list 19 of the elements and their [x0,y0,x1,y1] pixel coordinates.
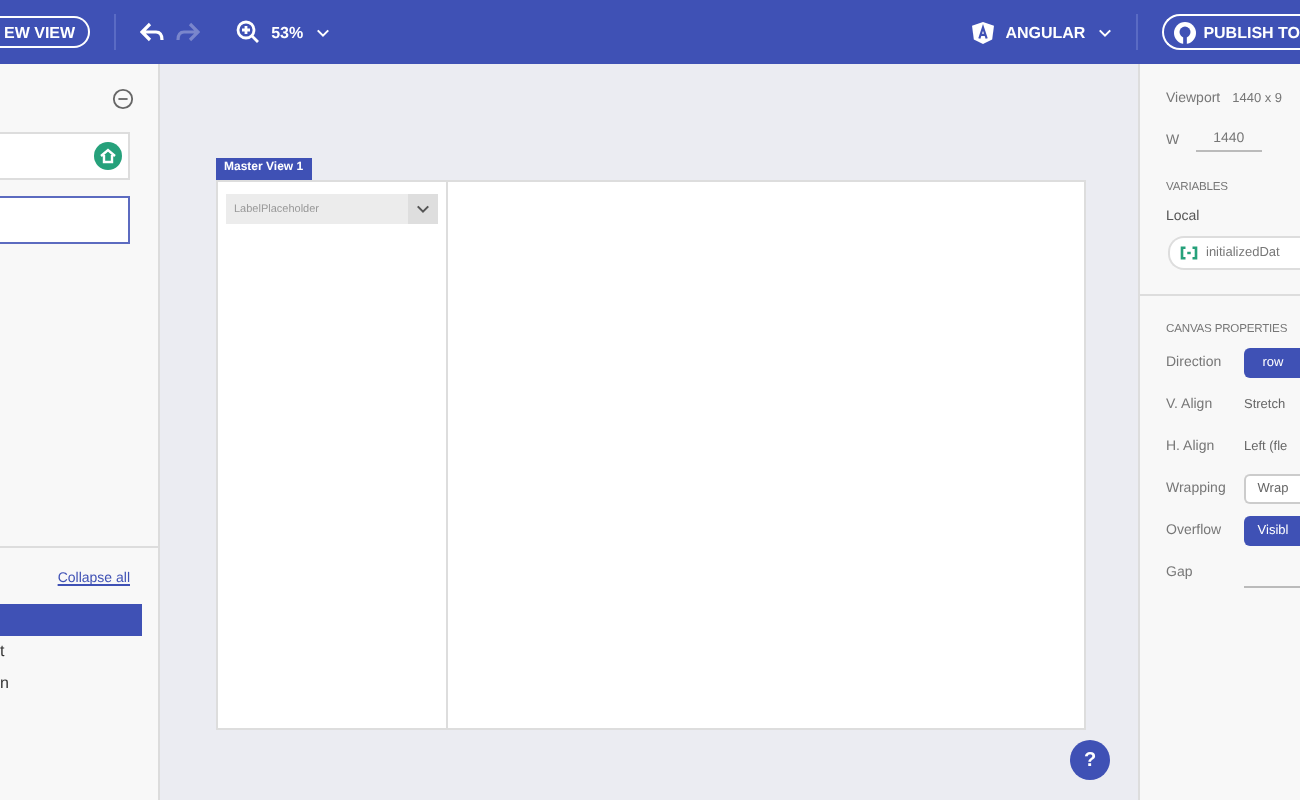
caret-icon [408,194,438,224]
caret-icon[interactable] [315,27,330,37]
search-field[interactable] [0,132,130,180]
help-button[interactable]: ? [1070,740,1110,780]
publish-button[interactable]: PUBLISH TO [1161,14,1300,50]
zoom-level[interactable]: 53% [271,23,304,41]
caret-icon[interactable] [1097,27,1112,37]
brackets-icon [1180,246,1198,260]
new-view-button[interactable]: EW VIEW [0,16,90,48]
undo-icon[interactable] [139,20,164,44]
zoom-icon[interactable] [235,20,260,44]
github-icon [1173,21,1196,43]
framework-selector[interactable]: ANGULAR [1005,23,1086,41]
home-icon[interactable] [94,142,122,170]
input-field[interactable] [0,196,130,244]
angular-logo-icon [971,21,994,43]
collapse-icon[interactable] [112,87,134,109]
tree-item[interactable]: t [0,636,142,668]
tree-item[interactable]: n [0,668,142,700]
